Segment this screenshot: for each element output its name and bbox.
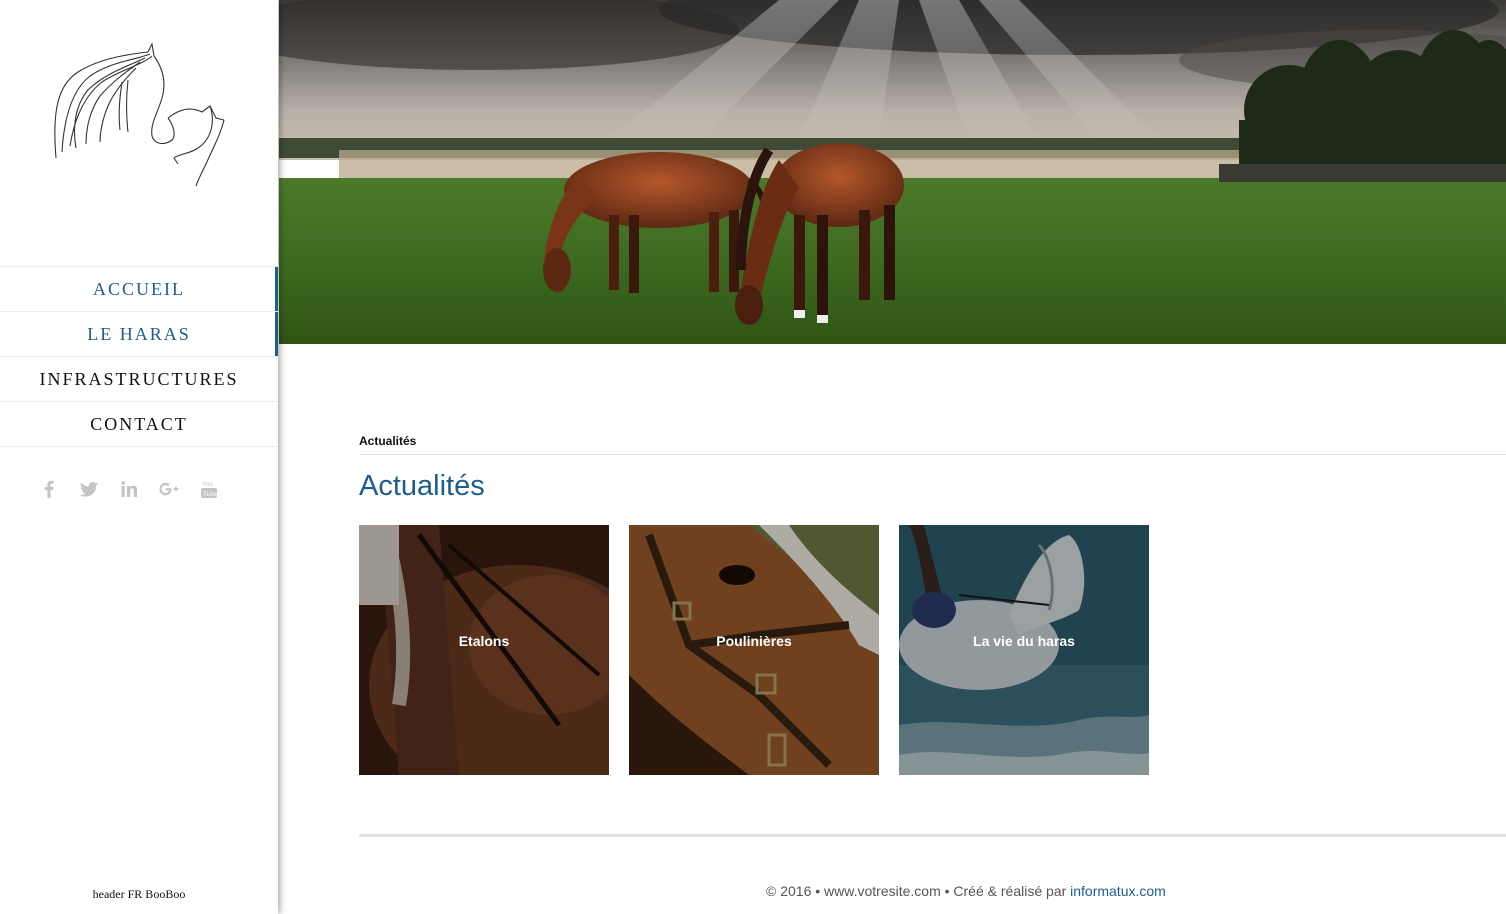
informatux-link[interactable]: informatux.com (1070, 883, 1166, 899)
copyright-text: © 2016 • www.votresite.com • Créé & réal… (766, 883, 1067, 899)
facebook-icon[interactable] (38, 478, 60, 500)
social-links: You Tube (38, 478, 220, 500)
card-label: Poulinières (716, 633, 792, 649)
google-plus-icon[interactable] (158, 478, 180, 500)
svg-text:Tube: Tube (203, 491, 217, 498)
nav-item-accueil[interactable]: ACCUEIL (0, 267, 278, 312)
nav-item-contact[interactable]: CONTACT (0, 402, 278, 447)
sidebar-footer-text: header FR BooBoo (92, 887, 186, 901)
nav-item-le-haras[interactable]: LE HARAS (0, 312, 278, 357)
breadcrumb[interactable]: Actualités (359, 434, 416, 448)
card-poulinieres[interactable]: Poulinières (629, 525, 879, 775)
card-overlay (359, 525, 609, 775)
card-la-vie-du-haras[interactable]: La vie du haras (899, 525, 1149, 775)
card-etalons[interactable]: Etalons (359, 525, 609, 775)
horse-logo[interactable] (40, 40, 240, 200)
nav-item-infrastructures[interactable]: INFRASTRUCTURES (0, 357, 278, 402)
svg-text:You: You (202, 481, 213, 488)
card-overlay (899, 525, 1149, 775)
hero-banner-image (279, 0, 1506, 344)
card-overlay (629, 525, 879, 775)
page-title: Actualités (359, 470, 485, 502)
breadcrumb-divider (359, 454, 1506, 455)
footer-copyright: © 2016 • www.votresite.com • Créé & réal… (766, 883, 1166, 899)
footer-divider (359, 834, 1506, 837)
card-label: La vie du haras (973, 633, 1075, 649)
youtube-icon[interactable]: You Tube (198, 478, 220, 500)
category-cards: Etalons Poulinières La vie du haras (359, 525, 1149, 775)
twitter-icon[interactable] (78, 478, 100, 500)
main-nav: ACCUEIL LE HARAS INFRASTRUCTURES CONTACT (0, 266, 278, 447)
card-label: Etalons (458, 633, 510, 649)
linkedin-icon[interactable] (118, 478, 140, 500)
sidebar: ACCUEIL LE HARAS INFRASTRUCTURES CONTACT… (0, 0, 278, 914)
